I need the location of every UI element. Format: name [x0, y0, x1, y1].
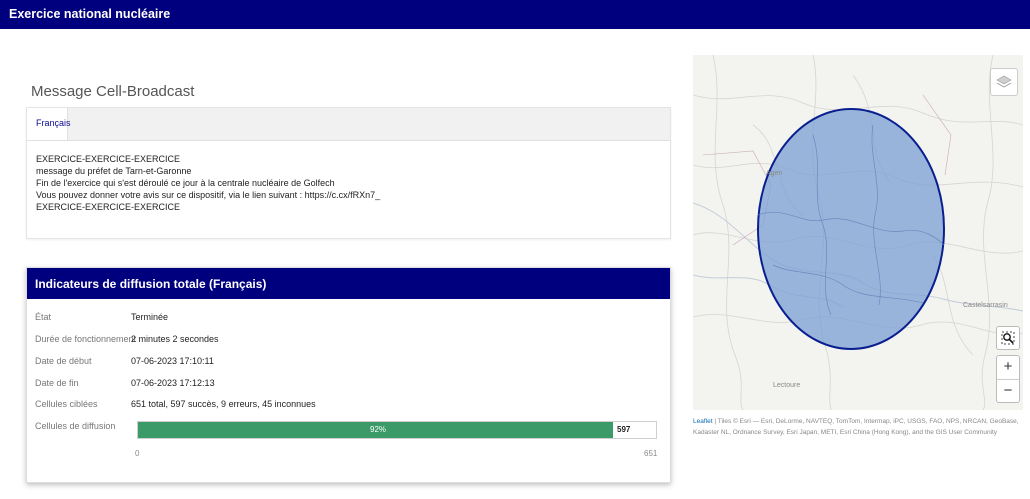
- place-label: Lectoure: [773, 382, 801, 389]
- language-tabs: Français: [27, 108, 670, 141]
- place-label: Agen: [766, 170, 783, 177]
- message-line: message du préfet de Tarn-et-Garonne: [36, 166, 192, 176]
- diffusion-success-label: 597: [617, 425, 631, 434]
- value-duree: 2 minutes 2 secondes: [131, 334, 219, 344]
- message-line: EXERCICE-EXERCICE-EXERCICE: [36, 202, 181, 212]
- message-line: Vous pouvez donner votre avis sur ce dis…: [36, 190, 381, 200]
- leaflet-link[interactable]: Leaflet: [693, 418, 713, 425]
- layers-control-button[interactable]: [990, 68, 1018, 96]
- attribution-text: | Tiles © Esri — Esri, DeLorme, NAVTEQ, …: [693, 418, 1019, 436]
- indicators-title: Indicateurs de diffusion totale (Françai…: [35, 277, 267, 291]
- label-duree: Durée de fonctionnement: [35, 334, 137, 344]
- indicators-panel: Indicateurs de diffusion totale (Françai…: [26, 267, 671, 483]
- locate-zoom-icon: [1001, 331, 1015, 345]
- value-etat: Terminée: [131, 312, 169, 322]
- tab-francais[interactable]: Français: [27, 108, 71, 140]
- value-date-fin: 07-06-2023 17:12:13: [131, 378, 215, 388]
- message-heading: Message Cell-Broadcast: [31, 83, 195, 100]
- value-date-debut: 07-06-2023 17:10:11: [131, 356, 214, 366]
- map-view[interactable]: Agen Castelsarrasin Lectoure + −: [693, 55, 1023, 410]
- layers-icon: [996, 75, 1012, 88]
- message-panel: Français EXERCICE-EXERCICE-EXERCICE mess…: [26, 107, 671, 239]
- zoom-in-button[interactable]: +: [997, 356, 1019, 380]
- value-cellules-ciblees: 651 total, 597 succès, 9 erreurs, 45 inc…: [131, 399, 316, 409]
- diffusion-progress-bar: 92% 597: [137, 421, 657, 439]
- diffusion-percent-label: 92%: [370, 425, 387, 434]
- label-date-debut: Date de début: [35, 356, 92, 366]
- locate-button[interactable]: [996, 326, 1020, 350]
- map-tiles: [693, 55, 1023, 410]
- app-title: Exercice national nucléaire: [9, 7, 171, 21]
- label-cellules-diffusion: Cellules de diffusion: [35, 421, 116, 431]
- message-line: EXERCICE-EXERCICE-EXERCICE: [36, 154, 181, 164]
- indicators-header: Indicateurs de diffusion totale (Françai…: [27, 268, 670, 299]
- label-date-fin: Date de fin: [35, 378, 79, 388]
- top-bar: Exercice national nucléaire: [0, 0, 1030, 29]
- bar-axis-max: 651: [644, 449, 658, 458]
- zoom-out-button[interactable]: −: [997, 380, 1019, 403]
- place-label: Castelsarrasin: [963, 302, 1008, 309]
- bar-axis-min: 0: [135, 449, 140, 458]
- tab-francais-label: Français: [36, 118, 71, 128]
- message-line: Fin de l'exercice qui s'est déroulé ce j…: [36, 178, 335, 188]
- message-body: EXERCICE-EXERCICE-EXERCICE message du pr…: [27, 141, 670, 213]
- label-etat: État: [35, 312, 52, 322]
- map-attribution: Leaflet | Tiles © Esri — Esri, DeLorme, …: [693, 416, 1023, 438]
- label-cellules-ciblees: Cellules ciblées: [35, 399, 98, 409]
- zoom-control: + −: [996, 355, 1020, 403]
